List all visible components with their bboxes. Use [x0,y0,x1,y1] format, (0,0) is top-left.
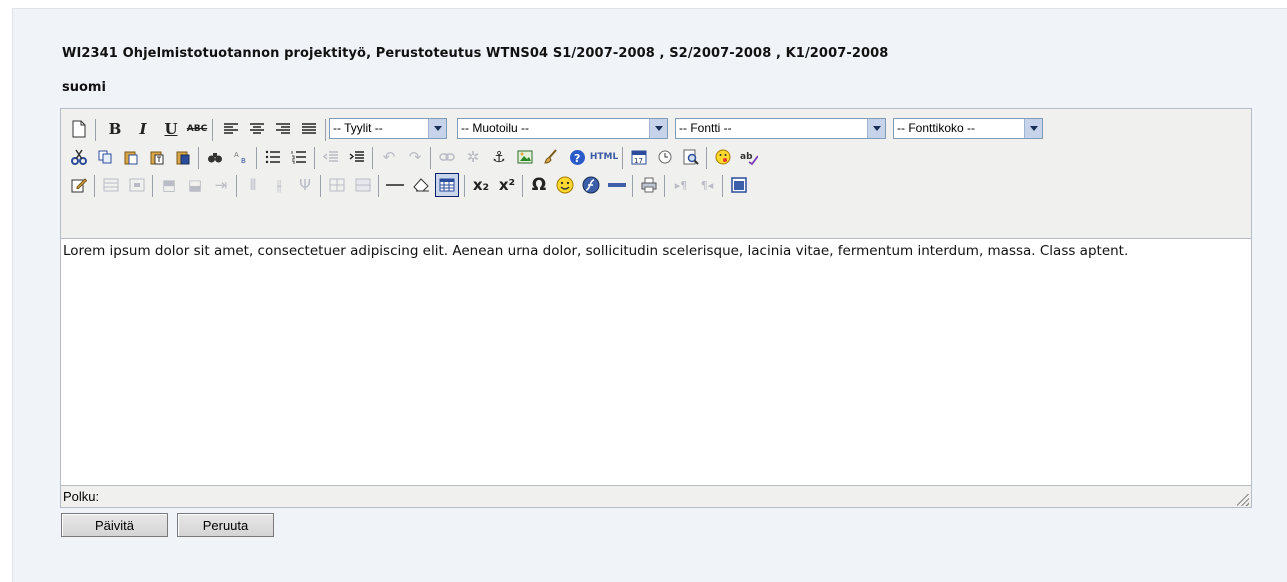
anchor-icon[interactable]: ⚓ [487,145,511,169]
insert-row-after-icon[interactable]: ⬓ [183,173,207,197]
font-size-select[interactable]: -- Fonttikoko -- [893,118,1043,139]
print-icon[interactable] [637,173,661,197]
redo-icon[interactable]: ↷ [403,145,427,169]
remove-format-icon[interactable] [409,173,433,197]
unlink-icon[interactable]: ✲ [461,145,485,169]
align-justify-icon[interactable] [297,117,321,141]
replace-icon[interactable]: AB [229,145,253,169]
copy-icon[interactable] [93,145,117,169]
outdent-icon[interactable] [319,145,343,169]
advanced-hr-icon[interactable] [605,173,629,197]
preview-icon[interactable] [679,145,703,169]
align-center-icon[interactable] [245,117,269,141]
merge-cells-icon[interactable] [351,173,375,197]
font-select[interactable]: -- Fontti -- [675,118,886,139]
italic-icon[interactable]: I [131,117,155,141]
link-icon[interactable] [435,145,459,169]
bold-icon[interactable]: B [103,117,127,141]
language-label: suomi [62,80,106,95]
delete-col-icon[interactable]: Ψ [293,173,317,197]
chevron-down-icon [1024,119,1042,138]
svg-text:17: 17 [634,157,643,165]
undo-icon[interactable]: ↶ [377,145,401,169]
table-icon[interactable] [435,173,459,197]
svg-text:?: ? [574,152,580,165]
strikethrough-icon[interactable]: ABC [185,117,209,141]
course-title: WI2341 Ohjelmistotuotannon projektityö, … [62,46,889,61]
chevron-down-icon [867,119,885,138]
find-icon[interactable] [203,145,227,169]
spellcheck-icon[interactable]: ab [737,145,761,169]
ltr-icon[interactable]: ▸¶ [669,173,693,197]
insert-col-after-icon[interactable]: ⫳ [267,173,291,197]
format-select[interactable]: -- Muotoilu -- [457,118,668,139]
insert-date-icon[interactable]: 17 [627,145,651,169]
cleanup-icon[interactable] [539,145,563,169]
horizontal-rule-icon[interactable] [383,173,407,197]
update-button[interactable]: Päivitä [61,513,168,537]
new-document-icon[interactable] [67,117,91,141]
delete-row-icon[interactable]: ⇥ [209,173,233,197]
insert-row-before-icon[interactable]: ⬒ [157,173,181,197]
cut-icon[interactable] [67,145,91,169]
editor-content-area[interactable]: Lorem ipsum dolor sit amet, consectetuer… [61,238,1251,486]
insert-col-before-icon[interactable]: ⫴ [241,173,265,197]
bullet-list-icon[interactable] [261,145,285,169]
path-label: Polku: [63,489,100,504]
cell-props-icon[interactable] [125,173,149,197]
emotions-icon[interactable] [711,145,735,169]
svg-text:ab: ab [740,152,753,162]
special-char-icon[interactable]: Ω [527,173,551,197]
align-right-icon[interactable] [271,117,295,141]
indent-icon[interactable] [345,145,369,169]
toolbar-row-3: ⬒ ⬓ ⇥ ⫴ ⫳ Ψ x₂ x² Ω ▸¶ ¶◂ [61,171,1251,199]
numbered-list-icon[interactable] [287,145,311,169]
html-source-icon[interactable]: HTML [589,145,619,169]
split-cells-icon[interactable] [325,173,349,197]
toolbar-row-1: B I U ABC -- Tyylit -- -- Muotoilu -- --… [61,115,1251,143]
underline-icon[interactable]: U [159,117,183,141]
chevron-down-icon [649,119,667,138]
paste-text-icon[interactable] [145,145,169,169]
resize-handle-icon[interactable] [1237,494,1249,506]
superscript-icon[interactable]: x² [495,173,519,197]
paste-word-icon[interactable] [171,145,195,169]
edit-css-icon[interactable] [67,173,91,197]
subscript-icon[interactable]: x₂ [469,173,493,197]
paste-icon[interactable] [119,145,143,169]
toolbar-row-2: AB ↶ ↷ ✲ ⚓ ? HTML 17 ab [61,143,1251,171]
image-icon[interactable] [513,145,537,169]
help-icon[interactable]: ? [565,145,589,169]
insert-time-icon[interactable] [653,145,677,169]
flash-icon[interactable] [579,173,603,197]
svg-text:A: A [234,151,239,159]
align-left-icon[interactable] [219,117,243,141]
styles-select[interactable]: -- Tyylit -- [329,118,447,139]
fullscreen-icon[interactable] [727,173,751,197]
rtl-icon[interactable]: ¶◂ [695,173,719,197]
cancel-button[interactable]: Peruuta [177,513,274,537]
row-props-icon[interactable] [99,173,123,197]
rich-text-editor: B I U ABC -- Tyylit -- -- Muotoilu -- --… [60,108,1252,508]
status-bar: Polku: [61,486,1251,508]
svg-text:B: B [241,157,246,165]
chevron-down-icon [428,119,446,138]
smiley-icon[interactable] [553,173,577,197]
